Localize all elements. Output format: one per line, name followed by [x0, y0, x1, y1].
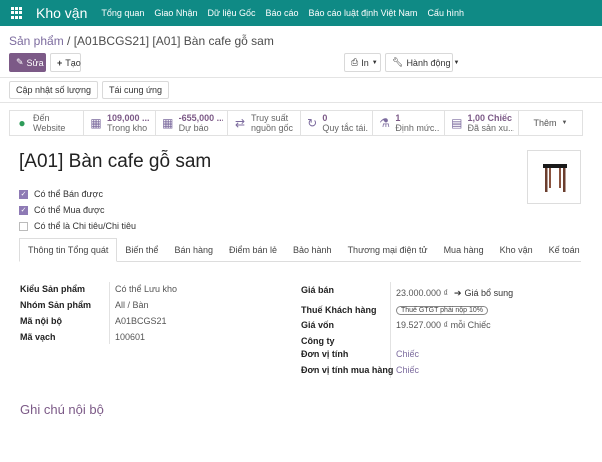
tab-general-info[interactable]: Thông tin Tổng quát	[19, 238, 118, 262]
manufactured-smart-button[interactable]: ▤ 1,00 Chiếc Đã sản xu...	[445, 111, 519, 135]
product-type-value[interactable]: Có thể Lưu kho	[115, 284, 177, 294]
company-label: Công ty	[301, 336, 335, 346]
barcode-label: Mã vạch	[20, 332, 56, 342]
exchange-icon: ⇄	[234, 116, 246, 130]
refresh-icon: ↻	[307, 116, 318, 130]
tab-accounting[interactable]: Kế toán	[541, 238, 588, 261]
form-header-actions: Cập nhật số lượng Tái cung ứng	[9, 81, 173, 99]
field-separator	[109, 282, 110, 344]
cubes-icon: ▦	[162, 116, 174, 130]
table-image-icon	[543, 164, 567, 192]
print-dropdown[interactable]: ⎙ In ▼	[344, 53, 381, 72]
checkbox-empty-icon	[19, 221, 28, 231]
arrow-right-icon: ➔	[454, 288, 462, 298]
purchase-uom-label: Đơn vị tính mua hàng	[301, 365, 394, 375]
main-menu: Tổng quan Giao Nhận Dữ liệu Gốc Báo cáo …	[101, 8, 474, 18]
tab-variants[interactable]: Biến thể	[117, 238, 166, 261]
edit-button[interactable]: ✎ Sửa	[9, 53, 46, 72]
cost-label: Giá vốn	[301, 320, 335, 330]
plus-icon: +	[57, 57, 63, 68]
menu-delivery[interactable]: Giao Nhận	[154, 8, 197, 18]
breadcrumb-separator: /	[63, 34, 74, 48]
tab-point-of-sale[interactable]: Điểm bán lẻ	[221, 238, 285, 261]
breadcrumb-products-link[interactable]: Sản phẩm	[9, 34, 64, 48]
product-name[interactable]: [A01] Bàn cafe gỗ sam	[19, 151, 211, 173]
tax-badge: Thuế GTGT phải nộp 10%	[396, 306, 488, 315]
customer-taxes-label: Thuế Khách hàng	[301, 305, 377, 315]
website-smart-button[interactable]: ● Đến Website	[10, 111, 84, 135]
purchase-uom-value[interactable]: Chiếc	[396, 365, 419, 375]
secondary-actions: ⎙ In ▼ 🔧︎ Hành động ▼	[344, 53, 459, 72]
create-button[interactable]: + Tạo	[50, 53, 81, 72]
menu-configuration[interactable]: Cấu hình	[427, 8, 464, 18]
internal-ref-label: Mã nội bộ	[20, 316, 62, 326]
can-be-sold-checkbox[interactable]: ✓ Có thể Bán được	[19, 186, 136, 202]
divider	[0, 102, 602, 103]
can-be-expensed-checkbox[interactable]: Có thể là Chi tiêu/Chi tiêu	[19, 218, 136, 234]
printer-icon: ⎙	[351, 57, 359, 67]
can-be-purchased-checkbox[interactable]: ✓ Có thể Mua được	[19, 202, 136, 218]
internal-ref-value[interactable]: A01BCGS21	[115, 316, 167, 326]
checkmark-icon: ✓	[19, 189, 28, 199]
globe-icon: ●	[18, 116, 26, 130]
breadcrumb: Sản phẩm / [A01BCGS21] [A01] Bàn cafe gỗ…	[9, 34, 274, 48]
bom-smart-button[interactable]: ⚗ 1 Định mức...	[373, 111, 445, 135]
wrench-icon: 🔧︎	[392, 57, 404, 67]
product-category-value[interactable]: All / Bàn	[115, 300, 149, 310]
reordering-rules-smart-button[interactable]: ↻ 0 Quy tắc tái...	[301, 111, 373, 135]
cubes-icon: ▦	[90, 116, 102, 130]
menu-overview[interactable]: Tổng quan	[101, 8, 144, 18]
extra-prices-button[interactable]: ➔ Giá bổ sung	[454, 288, 513, 299]
apps-grid-icon[interactable]	[11, 7, 23, 19]
checkmark-icon: ✓	[19, 205, 28, 215]
sales-price-label: Giá bán	[301, 285, 335, 295]
top-navbar: Kho vận Tổng quan Giao Nhận Dữ liệu Gốc …	[0, 0, 602, 26]
chart-icon: ▤	[451, 116, 463, 130]
app-name[interactable]: Kho vận	[36, 5, 87, 21]
smart-buttons: ● Đến Website ▦ 109,000 ... Trong kho ▦ -6…	[9, 110, 583, 136]
product-type-label: Kiểu Sản phẩm	[20, 284, 86, 294]
breadcrumb-current: [A01BCGS21] [A01] Bàn cafe gỗ sam	[73, 34, 274, 48]
flask-icon: ⚗	[379, 116, 391, 130]
customer-tax-tag[interactable]: Thuế GTGT phải nộp 10%	[396, 304, 488, 315]
menu-vn-legal-reports[interactable]: Báo cáo luật định Việt Nam	[309, 8, 418, 18]
cost-value[interactable]: 19.527.000 ₫ mỗi Chiếc	[396, 320, 491, 330]
menu-master-data[interactable]: Dữ liệu Gốc	[207, 8, 255, 18]
barcode-value[interactable]: 100601	[115, 332, 145, 342]
menu-reports[interactable]: Báo cáo	[266, 8, 299, 18]
product-image[interactable]	[527, 150, 581, 204]
caret-down-icon: ▼	[371, 59, 378, 66]
tab-inventory[interactable]: Kho vận	[492, 238, 541, 261]
uom-value[interactable]: Chiếc	[396, 349, 419, 359]
tab-ecommerce[interactable]: Thương mại điện tử	[340, 238, 436, 261]
action-dropdown[interactable]: 🔧︎ Hành động ▼	[385, 53, 459, 72]
caret-down-icon: ▼	[561, 120, 568, 126]
tab-purchase[interactable]: Mua hàng	[436, 238, 492, 261]
field-separator	[390, 282, 391, 378]
tab-warranty[interactable]: Bảo hành	[285, 238, 340, 261]
traceability-smart-button[interactable]: ⇄ Truy suất nguồn gốc	[228, 111, 301, 135]
caret-down-icon: ▼	[453, 59, 460, 66]
update-quantity-button[interactable]: Cập nhật số lượng	[9, 81, 98, 99]
more-smart-buttons-dropdown[interactable]: Thêm ▼	[519, 111, 582, 135]
internal-notes-heading: Ghi chú nội bộ	[20, 402, 104, 417]
on-hand-smart-button[interactable]: ▦ 109,000 ... Trong kho	[84, 111, 156, 135]
forecast-smart-button[interactable]: ▦ -655,000 ... Dự báo	[156, 111, 228, 135]
product-category-label: Nhóm Sản phẩm	[20, 300, 92, 310]
sales-price-value[interactable]: 23.000.000 ₫	[396, 288, 448, 298]
primary-actions: ✎ Sửa + Tạo	[9, 53, 81, 72]
uom-label: Đơn vị tính	[301, 349, 349, 359]
replenish-button[interactable]: Tái cung ứng	[101, 81, 170, 99]
product-options: ✓ Có thể Bán được ✓ Có thể Mua được Có thể…	[19, 186, 136, 234]
tab-sales[interactable]: Bán hàng	[166, 238, 221, 261]
form-tabs: Thông tin Tổng quát Biến thể Bán hàng Đi…	[19, 238, 581, 262]
pencil-icon: ✎	[16, 57, 24, 67]
divider	[0, 77, 602, 78]
